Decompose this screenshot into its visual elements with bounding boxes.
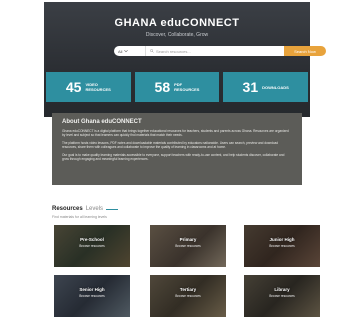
stat-number: 45: [65, 79, 82, 95]
search-bar: All Search resources... Search Now: [114, 46, 326, 56]
resource-card[interactable]: Junior High Browse resources: [244, 225, 320, 267]
stat-label-line2: RESOURCES: [85, 87, 111, 92]
card-label: Tertiary: [179, 287, 197, 292]
card-count: Browse resources: [79, 294, 105, 298]
site-title: GHANA eduCONNECT: [114, 17, 240, 29]
resources-title: Resources: [52, 206, 83, 212]
stat-label: VIDEO RESOURCES: [85, 82, 110, 92]
search-placeholder: Search resources...: [156, 48, 191, 54]
resources-subheading: Find materials for all learning levels: [52, 215, 107, 219]
stat-pdf[interactable]: 58 PDF RESOURCES: [134, 72, 220, 102]
about-section: About Ghana eduCONNECT Ghana eduCONNECT …: [52, 113, 302, 185]
resource-card[interactable]: Tertiary Browse resources: [150, 275, 226, 317]
card-label: Junior High: [269, 237, 295, 242]
heading-underline: [106, 208, 119, 210]
search-icon: [150, 49, 154, 53]
chevron-down-icon: [124, 49, 129, 53]
stat-number: 58: [154, 79, 171, 95]
resource-card[interactable]: Library Browse resources: [244, 275, 320, 317]
resources-title-suffix: Levels: [85, 206, 104, 212]
stat-label-line1: DOWNLOADS: [262, 84, 289, 90]
page: GHANA eduCONNECT Discover, Collaborate, …: [0, 0, 354, 323]
card-label: Library: [274, 287, 290, 292]
category-select-value: All: [118, 48, 123, 54]
stat-number: 31: [242, 79, 259, 95]
card-count: Browse resources: [79, 244, 105, 248]
category-select[interactable]: All: [114, 46, 146, 56]
card-count: Browse resources: [269, 244, 295, 248]
stat-downloads[interactable]: 31 DOWNLOADS: [223, 72, 309, 102]
stat-label-line2: RESOURCES: [174, 87, 200, 92]
resource-grid: Pre-School Browse resources Primary Brow…: [54, 225, 320, 320]
card-label: Pre-School: [80, 237, 104, 242]
about-paragraph: Ghana eduCONNECT is a digital platform t…: [62, 129, 289, 138]
resource-card[interactable]: Pre-School Browse resources: [54, 225, 130, 267]
about-paragraph: The platform hosts video lessons, PDF no…: [62, 140, 278, 150]
card-count: Browse resources: [175, 244, 201, 248]
card-count: Browse resources: [175, 294, 201, 298]
stats-row: 45 VIDEO RESOURCES 58 PDF RESOURCES 31 DOW…: [46, 72, 309, 102]
stat-label: PDF RESOURCES: [174, 82, 199, 92]
stat-label: DOWNLOADS: [262, 85, 289, 90]
search-input[interactable]: Search resources...: [146, 46, 284, 56]
card-label: Senior High: [79, 287, 105, 292]
resource-card[interactable]: Senior High Browse resources: [54, 275, 130, 317]
site-tagline: Discover, Collaborate, Grow: [145, 32, 209, 38]
about-title: About Ghana eduCONNECT: [62, 119, 142, 125]
card-count: Browse resources: [269, 294, 295, 298]
about-paragraph: Our goal is to make quality learning mat…: [62, 152, 285, 162]
card-label: Primary: [179, 237, 197, 242]
stat-video[interactable]: 45 VIDEO RESOURCES: [46, 72, 131, 102]
resource-card[interactable]: Primary Browse resources: [150, 225, 226, 267]
resources-heading: Resources Levels: [52, 206, 119, 212]
search-button[interactable]: Search Now: [284, 46, 326, 56]
